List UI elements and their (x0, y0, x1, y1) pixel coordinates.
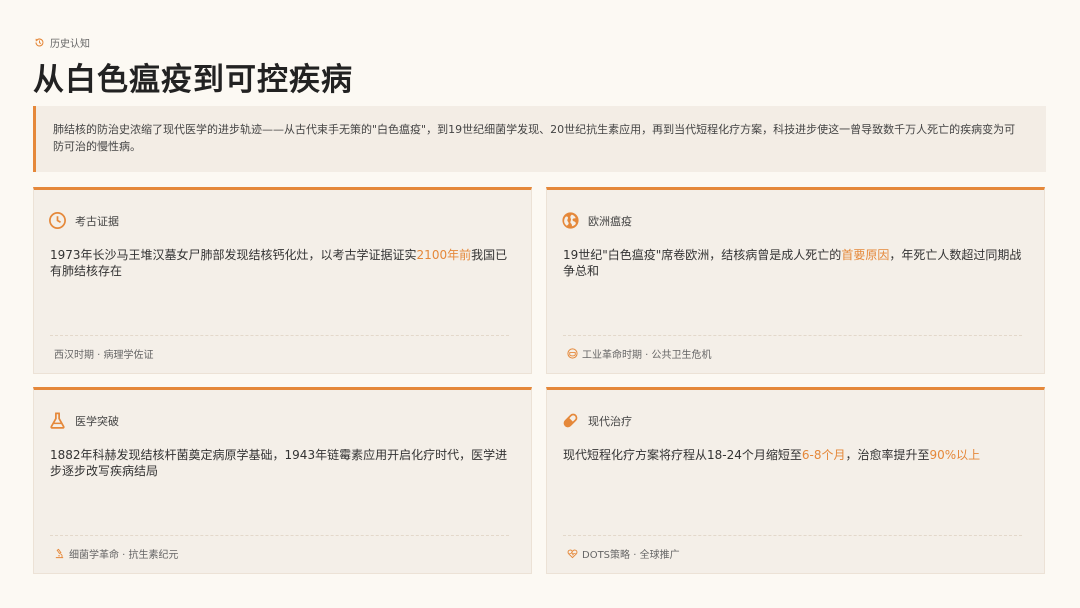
highlight: 90%以上 (929, 448, 981, 462)
card-footer: 西汉时期 · 病理学佐证 (54, 346, 154, 361)
card-title: 现代治疗 (588, 414, 632, 428)
card-footer: 工业革命时期 · 公共卫生危机 (567, 346, 712, 361)
card-title: 考古证据 (75, 214, 119, 228)
divider (563, 535, 1022, 536)
divider (563, 335, 1022, 336)
card-body: 1882年科赫发现结核杆菌奠定病原学基础，1943年链霉素应用开启化疗时代，医学… (50, 448, 508, 478)
card-footer-label: 工业革命时期 · 公共卫生危机 (582, 350, 712, 361)
divider (50, 535, 509, 536)
card-body: 1973年长沙马王堆汉墓女尸肺部发现结核钙化灶，以考古学证据证实2100年前我国… (50, 248, 508, 278)
heartbeat-icon (567, 549, 578, 559)
microscope-icon (55, 548, 64, 559)
flask-icon (50, 412, 65, 429)
card-footer-label: DOTS策略 · 全球推广 (582, 550, 680, 561)
card-header: 现代治疗 (561, 411, 632, 430)
globe-icon (562, 212, 579, 229)
eyebrow: 历史认知 (34, 35, 90, 50)
eyebrow-label: 历史认知 (50, 39, 90, 50)
card-title: 欧洲瘟疫 (588, 214, 632, 228)
card-footer-label: 细菌学革命 · 抗生素纪元 (69, 550, 179, 561)
card-footer: 细菌学革命 · 抗生素纪元 (54, 546, 179, 561)
highlight: 6-8个月 (801, 448, 846, 462)
clock-icon (49, 212, 66, 229)
card-footer: DOTS策略 · 全球推广 (567, 546, 680, 561)
card-modern-treatment: 现代治疗 现代短程化疗方案将疗程从18-24个月缩短至6-8个月，治愈率提升至9… (546, 387, 1045, 574)
card-footer-label: 西汉时期 · 病理学佐证 (54, 350, 154, 361)
highlight: 首要原因 (841, 248, 890, 262)
card-europe-plague: 欧洲瘟疫 19世纪"白色瘟疫"席卷欧洲，结核病曾是成人死亡的首要原因，年死亡人数… (546, 187, 1045, 374)
card-medical-breakthrough: 医学突破 1882年科赫发现结核杆菌奠定病原学基础，1943年链霉素应用开启化疗… (33, 387, 532, 574)
pill-icon (563, 413, 578, 428)
card-body: 19世纪"白色瘟疫"席卷欧洲，结核病曾是成人死亡的首要原因，年死亡人数超过同期战… (563, 248, 1022, 278)
highlight: 2100年前 (416, 248, 472, 262)
intro-callout: 肺结核的防治史浓缩了现代医学的进步轨迹——从古代束手无策的"白色瘟疫"，到19世… (33, 106, 1046, 172)
card-header: 考古证据 (48, 211, 119, 230)
card-body: 现代短程化疗方案将疗程从18-24个月缩短至6-8个月，治愈率提升至90%以上 (563, 448, 981, 462)
card-title: 医学突破 (75, 414, 119, 428)
divider (50, 335, 509, 336)
page-title: 从白色瘟疫到可控疾病 (33, 62, 353, 98)
card-header: 医学突破 (48, 411, 119, 430)
mask-icon (567, 348, 578, 359)
card-header: 欧洲瘟疫 (561, 211, 632, 230)
card-archaeology: 考古证据 1973年长沙马王堆汉墓女尸肺部发现结核钙化灶，以考古学证据证实210… (33, 187, 532, 374)
history-icon (35, 38, 44, 47)
